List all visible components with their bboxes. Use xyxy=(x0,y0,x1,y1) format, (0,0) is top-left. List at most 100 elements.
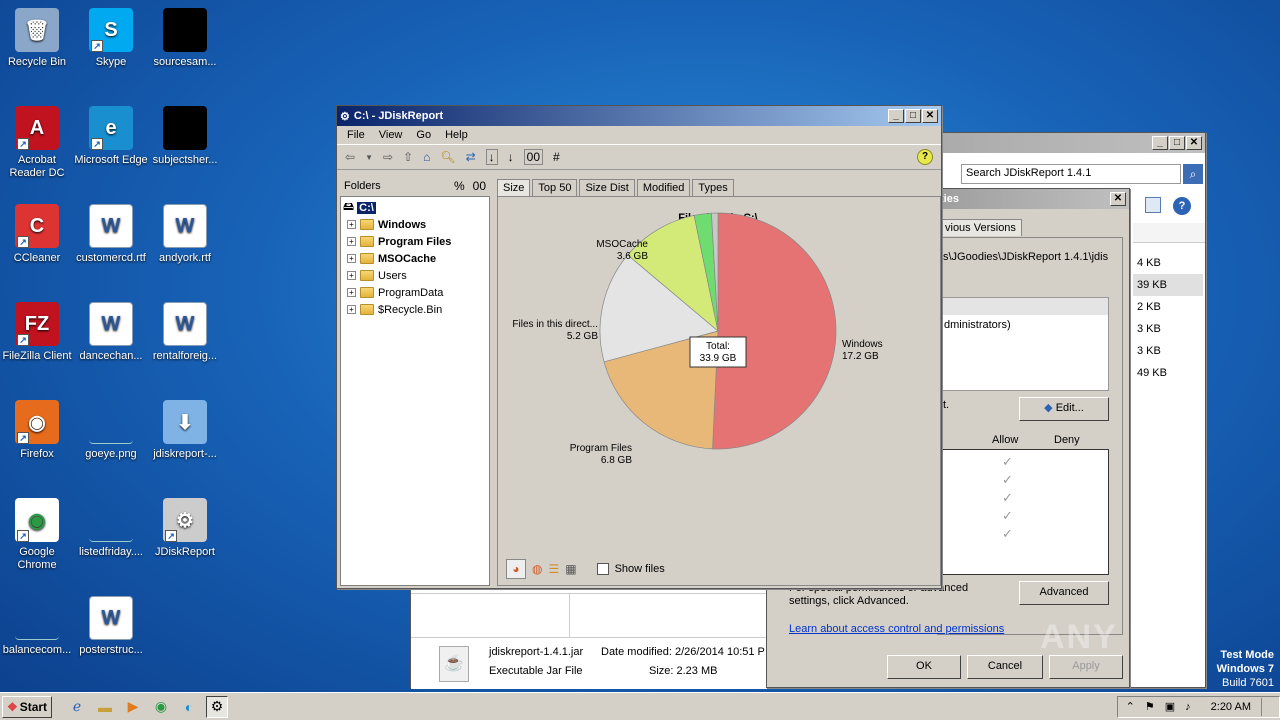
pie-slice-windows[interactable] xyxy=(712,212,837,450)
view-hash-button[interactable]: # xyxy=(553,150,560,164)
tab-previous-versions[interactable]: vious Versions xyxy=(939,219,1022,236)
jdisk-titlebar[interactable]: ⚙ C:\ - JDiskReport _ □ ✕ xyxy=(337,106,941,126)
desktop-icon-filezilla-client[interactable]: FZ ↗ FileZilla Client xyxy=(0,302,74,363)
start-button[interactable]: ❖ Start xyxy=(2,695,52,718)
cancel-button[interactable]: Cancel xyxy=(967,655,1043,679)
size-cell: 49 KB xyxy=(1137,367,1167,379)
tree-item-label: $Recycle.Bin xyxy=(378,303,443,316)
network-icon[interactable]: ▣ xyxy=(1165,700,1175,713)
expand-icon[interactable]: + xyxy=(347,271,356,280)
menu-help[interactable]: Help xyxy=(445,129,468,141)
jdiskreport-task-icon[interactable]: ⚙ xyxy=(206,695,228,718)
close-button[interactable]: ✕ xyxy=(1186,136,1202,150)
scan-icon[interactable]: 🔍︎ xyxy=(440,150,455,164)
preview-pane-icon[interactable] xyxy=(1145,197,1161,213)
ok-button[interactable]: OK xyxy=(887,655,961,679)
tree-item-program-files[interactable]: + Program Files xyxy=(347,233,487,250)
desktop-icon-balancecom[interactable]: balancecom... xyxy=(0,596,74,657)
refresh-icon[interactable]: ⇄ xyxy=(466,150,476,164)
bar-view-icon[interactable]: ☰ xyxy=(548,562,559,576)
flag-icon[interactable]: ⚑ xyxy=(1145,700,1155,713)
column-header[interactable] xyxy=(1133,223,1205,243)
size-toggle[interactable]: 00 xyxy=(473,179,486,193)
maximize-button[interactable]: □ xyxy=(1169,136,1185,150)
desktop-icon-listedfriday[interactable]: listedfriday.... xyxy=(74,498,148,559)
pie-view-icon[interactable]: ◕ xyxy=(506,559,526,579)
desktop-icon-customercd-rtf[interactable]: Wcustomercd.rtf xyxy=(74,204,148,265)
media-player-icon[interactable]: ▶ xyxy=(122,696,144,718)
volume-icon[interactable]: ♪ xyxy=(1185,701,1191,713)
clock[interactable]: 2:20 AM xyxy=(1211,701,1251,713)
up-icon[interactable]: ⇧ xyxy=(403,150,413,164)
allow-check-icon: ✓ xyxy=(1002,490,1013,505)
maximize-button[interactable]: □ xyxy=(905,109,921,123)
desktop-icon-firefox[interactable]: ◉ ↗ Firefox xyxy=(0,400,74,461)
dropdown-icon[interactable]: ▼ xyxy=(365,153,373,162)
menu-go[interactable]: Go xyxy=(416,129,431,141)
group-item-administrators[interactable]: dministrators) xyxy=(942,315,1108,335)
tab-size[interactable]: Size xyxy=(497,179,531,196)
close-button[interactable]: ✕ xyxy=(922,109,938,123)
close-button[interactable]: ✕ xyxy=(1110,192,1126,206)
desktop-icon-skype[interactable]: S ↗ Skype xyxy=(74,8,148,69)
tab-modified[interactable]: Modified xyxy=(636,179,691,196)
desktop-icon-jdiskreport[interactable]: ⬇ jdiskreport-... xyxy=(148,400,222,461)
tab-top-50[interactable]: Top 50 xyxy=(532,179,578,196)
desktop-icon-microsoft-edge[interactable]: e ↗ Microsoft Edge xyxy=(74,106,148,167)
apply-button[interactable]: Apply xyxy=(1049,655,1123,679)
expand-icon[interactable]: + xyxy=(347,288,356,297)
sort-asc-icon[interactable]: ↓ xyxy=(508,150,514,164)
edit-button[interactable]: ◆ Edit... xyxy=(1019,397,1109,421)
access-control-link[interactable]: Learn about access control and permissio… xyxy=(789,623,1004,635)
table-view-icon[interactable]: ▦ xyxy=(565,562,576,576)
desktop-icon-andyork-rtf[interactable]: Wandyork.rtf xyxy=(148,204,222,265)
percent-toggle[interactable]: % xyxy=(454,179,465,193)
advanced-button[interactable]: Advanced xyxy=(1019,581,1109,605)
tab-size-dist[interactable]: Size Dist xyxy=(579,179,635,196)
expand-icon[interactable]: + xyxy=(347,305,356,314)
show-desktop-button[interactable] xyxy=(1261,697,1271,716)
desktop-icon-rentalforeig[interactable]: Wrentalforeig... xyxy=(148,302,222,363)
help-icon[interactable]: ? xyxy=(917,149,933,165)
tree-item-msocache[interactable]: + MSOCache xyxy=(347,250,487,267)
desktop-icon-goeye-png[interactable]: goeye.png xyxy=(74,400,148,461)
minimize-button[interactable]: _ xyxy=(888,109,904,123)
desktop-icon-google-chrome[interactable]: ◉ ↗ Google Chrome xyxy=(0,498,74,572)
desktop-icon-recycle-bin[interactable]: 🗑 Recycle Bin xyxy=(0,8,74,69)
expand-icon[interactable]: + xyxy=(347,220,356,229)
show-files-checkbox[interactable] xyxy=(596,563,609,575)
sort-desc-icon[interactable]: ↓ xyxy=(485,149,498,165)
minimize-button[interactable]: _ xyxy=(1152,136,1168,150)
expand-icon[interactable]: + xyxy=(347,237,356,246)
help-icon[interactable]: ? xyxy=(1173,197,1191,215)
desktop-icon-posterstruc[interactable]: Wposterstruc... xyxy=(74,596,148,657)
edge-icon[interactable]: ◐ xyxy=(178,696,200,718)
tab-types[interactable]: Types xyxy=(692,179,734,196)
desktop-icon-subjectsher[interactable]: subjectsher... xyxy=(148,106,222,167)
group-list[interactable]: dministrators) xyxy=(941,297,1109,391)
desktop-icon-sourcesam[interactable]: sourcesam... xyxy=(148,8,222,69)
home-icon[interactable]: ⌂ xyxy=(423,150,430,164)
view-00-button[interactable]: 00 xyxy=(523,149,544,165)
search-input[interactable]: Search JDiskReport 1.4.1 xyxy=(961,164,1181,184)
chrome-icon[interactable]: ◉ xyxy=(150,696,172,718)
forward-icon[interactable]: ⇨ xyxy=(383,150,393,164)
desktop-icon-ccleaner[interactable]: C ↗ CCleaner xyxy=(0,204,74,265)
expand-icon[interactable]: + xyxy=(347,254,356,263)
tree-item-windows[interactable]: + Windows xyxy=(347,216,487,233)
desktop-icon-dancechan[interactable]: Wdancechan... xyxy=(74,302,148,363)
tree-item-programdata[interactable]: + ProgramData xyxy=(347,284,487,301)
menu-file[interactable]: File xyxy=(347,129,365,141)
ring-view-icon[interactable]: ◍ xyxy=(532,562,542,576)
search-icon[interactable]: ⌕ xyxy=(1183,164,1203,184)
desktop-icon-acrobat-reader-dc[interactable]: A ↗ Acrobat Reader DC xyxy=(0,106,74,180)
ie-icon[interactable]: ℯ xyxy=(66,696,88,718)
tree-item--recycle-bin[interactable]: + $Recycle.Bin xyxy=(347,301,487,318)
show-hidden-icons[interactable]: ⌃ xyxy=(1126,700,1135,713)
desktop-icon-jdiskreport[interactable]: ⚙ ↗ JDiskReport xyxy=(148,498,222,559)
tree-item-users[interactable]: + Users xyxy=(347,267,487,284)
back-icon[interactable]: ⇦ xyxy=(345,150,355,164)
tree-root[interactable]: 🖴 C:\ xyxy=(343,199,487,216)
menu-view[interactable]: View xyxy=(379,129,403,141)
explorer-icon[interactable]: ▬ xyxy=(94,696,116,718)
